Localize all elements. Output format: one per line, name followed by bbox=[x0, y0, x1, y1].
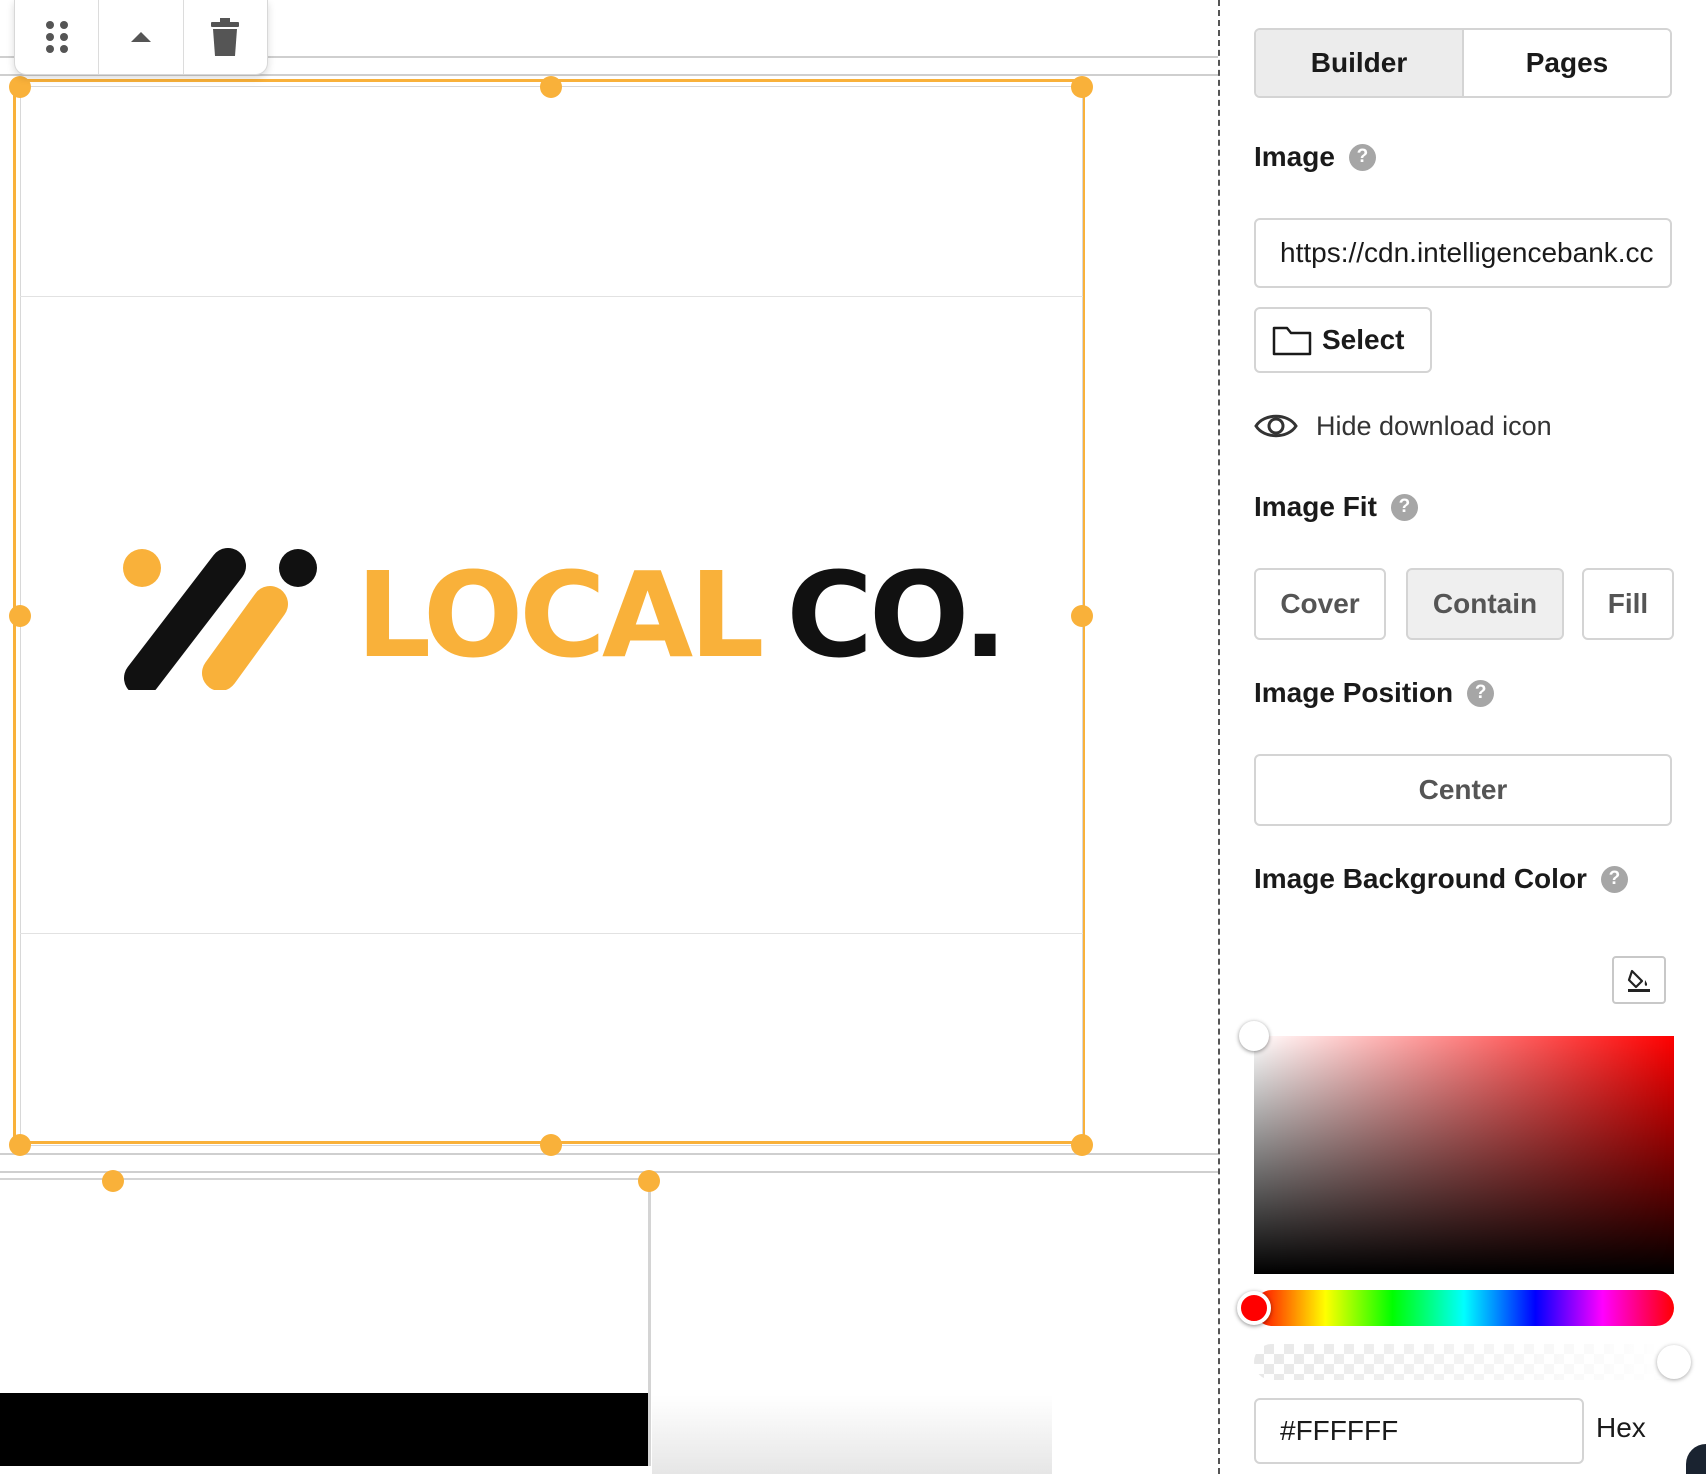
row-divider bbox=[20, 296, 1083, 297]
hex-input[interactable]: #FFFFFF bbox=[1254, 1398, 1584, 1464]
properties-panel: Builder Pages Image ? https://cdn.intell… bbox=[1220, 0, 1706, 1474]
image-fit-label: Image Fit bbox=[1254, 491, 1377, 522]
image-label: Image bbox=[1254, 141, 1335, 172]
resize-handle-top[interactable] bbox=[540, 76, 562, 98]
drag-handle-icon bbox=[45, 21, 68, 53]
resize-handle-right[interactable] bbox=[1071, 605, 1093, 627]
resize-handle-bottom-left[interactable] bbox=[9, 1134, 31, 1156]
eye-icon bbox=[1254, 414, 1298, 438]
fit-fill-button[interactable]: Fill bbox=[1582, 568, 1674, 640]
delete-button[interactable] bbox=[184, 0, 267, 74]
canvas-guide-line bbox=[0, 1153, 1218, 1155]
move-up-icon bbox=[130, 32, 151, 42]
select-image-button[interactable]: Select bbox=[1254, 307, 1432, 373]
logo-wordmark: LOCAL CO. bbox=[356, 540, 1008, 690]
saturation-value-area[interactable] bbox=[1254, 1036, 1674, 1274]
hex-value: #FFFFFF bbox=[1280, 1415, 1399, 1446]
black-band-block bbox=[0, 1393, 648, 1466]
help-icon[interactable]: ? bbox=[1390, 493, 1418, 521]
drag-handle-button[interactable] bbox=[15, 0, 100, 74]
tab-pages[interactable]: Pages bbox=[1464, 30, 1670, 96]
logo-word-local: LOCAL bbox=[356, 546, 764, 684]
builder-pages-tabs: Builder Pages bbox=[1254, 28, 1672, 98]
move-up-button[interactable] bbox=[99, 0, 184, 74]
eyedropper-button[interactable] bbox=[1612, 956, 1666, 1004]
resize-handle-left[interactable] bbox=[9, 605, 31, 627]
help-icon[interactable]: ? bbox=[1348, 143, 1376, 171]
logo-word-co: CO bbox=[786, 546, 966, 684]
resize-handle-top-left[interactable] bbox=[9, 76, 31, 98]
canvas-area: LOCAL CO. bbox=[0, 0, 1218, 1474]
resize-handle-bottom[interactable] bbox=[540, 1134, 562, 1156]
background-color-label: Image Background Color bbox=[1254, 863, 1587, 894]
color-format-label[interactable]: Hex bbox=[1596, 1412, 1646, 1444]
lower-block-handle[interactable] bbox=[102, 1170, 124, 1192]
resize-handle-bottom-right[interactable] bbox=[1071, 1134, 1093, 1156]
resize-handle-top-right[interactable] bbox=[1071, 76, 1093, 98]
help-icon[interactable]: ? bbox=[1600, 865, 1628, 893]
tab-builder[interactable]: Builder bbox=[1256, 30, 1464, 96]
image-fit-section-label: Image Fit ? bbox=[1254, 491, 1418, 523]
hide-download-label: Hide download icon bbox=[1316, 410, 1552, 441]
lower-block-handle[interactable] bbox=[638, 1170, 660, 1192]
image-url-value: https://cdn.intelligencebank.cc bbox=[1280, 237, 1654, 268]
logo-mark-icon bbox=[123, 548, 317, 690]
canvas-guide-line bbox=[0, 1171, 1218, 1173]
alpha-knob[interactable] bbox=[1657, 1345, 1691, 1379]
hide-download-toggle[interactable]: Hide download icon bbox=[1254, 410, 1552, 442]
fit-cover-button[interactable]: Cover bbox=[1254, 568, 1386, 640]
image-section-label: Image ? bbox=[1254, 141, 1376, 173]
background-color-section-label: Image Background Color ? bbox=[1254, 863, 1628, 895]
logo-dot: . bbox=[962, 546, 1008, 684]
fit-contain-button[interactable]: Contain bbox=[1406, 568, 1564, 640]
row-divider bbox=[20, 933, 1083, 934]
alpha-slider[interactable] bbox=[1254, 1344, 1674, 1380]
scroll-shadow bbox=[652, 1395, 1052, 1474]
paint-bucket-icon bbox=[1627, 969, 1650, 992]
hue-slider[interactable] bbox=[1254, 1290, 1674, 1326]
hue-knob[interactable] bbox=[1237, 1291, 1271, 1325]
trash-icon bbox=[211, 18, 240, 56]
image-url-input[interactable]: https://cdn.intelligencebank.cc bbox=[1254, 218, 1672, 288]
select-button-label: Select bbox=[1322, 324, 1405, 355]
saturation-knob[interactable] bbox=[1239, 1021, 1269, 1051]
image-position-label: Image Position bbox=[1254, 677, 1454, 708]
image-position-section-label: Image Position ? bbox=[1254, 677, 1495, 709]
help-icon[interactable]: ? bbox=[1467, 679, 1495, 707]
folder-icon bbox=[1272, 326, 1312, 356]
block-toolbar bbox=[14, 0, 268, 75]
image-position-select[interactable]: Center bbox=[1254, 754, 1672, 826]
